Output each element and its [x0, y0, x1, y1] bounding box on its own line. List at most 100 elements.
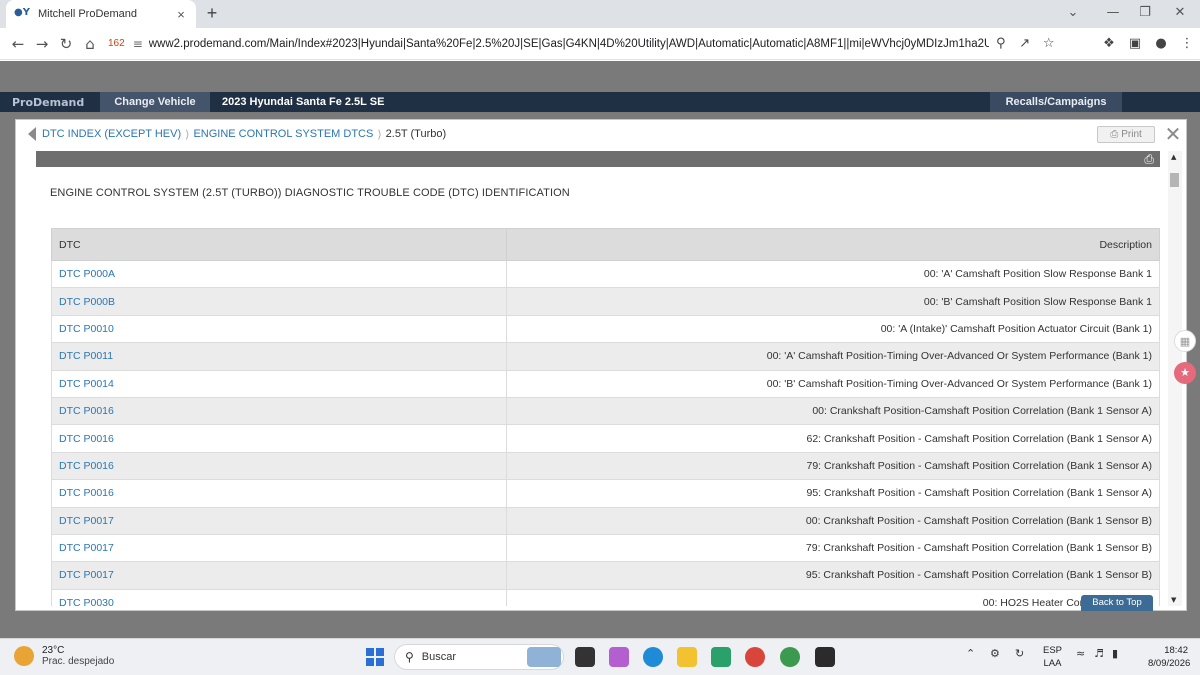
dtc-code-link[interactable]: DTC P0016 [51, 424, 507, 453]
edge-browser-icon[interactable] [643, 647, 663, 667]
dtc-code-link[interactable]: DTC P0011 [51, 342, 507, 371]
table-row: DTC P0017 79: Crankshaft Position - Camsh… [51, 533, 1160, 563]
dtc-code-link[interactable]: DTC P0016 [51, 479, 507, 508]
keyboard-layout: LAA [1043, 658, 1062, 669]
dtc-description: 62: Crankshaft Position - Camshaft Posit… [506, 424, 1160, 453]
scrollbar-thumb[interactable] [1170, 173, 1179, 187]
scroll-down-icon[interactable]: ▼ [1171, 596, 1176, 604]
breadcrumb-engine-control[interactable]: ENGINE CONTROL SYSTEM DTCS [193, 128, 373, 140]
vehicle-name: 2023 Hyundai Santa Fe 2.5L SE [222, 96, 385, 108]
system-clock[interactable]: 18:42 8/09/2026 [1148, 644, 1191, 670]
zoom-icon[interactable]: ⚲ [989, 36, 1013, 51]
browser-toolbar: ← → ↻ ⌂ 162 ≡ www2.prodemand.com/Main/In… [0, 28, 1200, 60]
dtc-code-link[interactable]: DTC P0017 [51, 506, 507, 535]
clock-time: 18:42 [1164, 645, 1188, 656]
modal-close-icon[interactable]: ✕ [1163, 122, 1183, 146]
language-indicator[interactable]: ESP LAA [1043, 644, 1062, 670]
table-row: DTC P0017 95: Crankshaft Position - Camsh… [51, 561, 1160, 590]
window-close-icon[interactable]: ✕ [1165, 2, 1195, 24]
weather-temp: 23°C [42, 645, 65, 656]
dtc-description: 00: 'B' Camshaft Position Slow Response … [506, 287, 1160, 316]
windows-start-icon[interactable] [366, 648, 384, 666]
kebab-menu-icon[interactable]: ⋮ [1174, 36, 1200, 51]
side-panel-icon[interactable]: ▣ [1122, 36, 1148, 51]
dtc-code-link[interactable]: DTC P000A [51, 259, 507, 289]
bookmark-star-icon[interactable]: ☆ [1037, 36, 1061, 51]
file-explorer-icon[interactable] [677, 647, 697, 667]
logo-text: ProDemand [12, 95, 85, 109]
forward-arrow-icon[interactable]: → [30, 32, 54, 56]
copilot-icon[interactable] [609, 647, 629, 667]
dtc-code-link[interactable]: DTC P0030 [51, 588, 507, 606]
dtc-code-link[interactable]: DTC P0010 [51, 314, 507, 344]
document-print-icon[interactable]: ⎙ [1144, 152, 1154, 167]
share-icon[interactable]: ↗ [1013, 36, 1037, 51]
browser-tab-bar: ●Y Mitchell ProDemand × + ⌄ — ❐ ✕ [0, 0, 1200, 28]
search-highlight-icon[interactable] [527, 647, 561, 667]
change-vehicle-button[interactable]: Change Vehicle [100, 92, 210, 112]
dtc-description: 00: 'A' Camshaft Position Slow Response … [506, 259, 1160, 289]
security-icon[interactable]: ⚙ [990, 647, 1000, 660]
print-button[interactable]: ⎙ Print [1097, 126, 1155, 143]
table-row: DTC P0011 00: 'A' Camshaft Position-Timin… [51, 342, 1160, 371]
back-triangle-icon[interactable] [28, 127, 36, 141]
dtc-description: 95: Crankshaft Position - Camshaft Posit… [506, 561, 1160, 590]
url-text[interactable]: www2.prodemand.com/Main/Index#2023|Hyund… [149, 38, 989, 50]
dtc-modal: DTC INDEX (EXCEPT HEV) ⟩ ENGINE CONTROL … [15, 119, 1187, 611]
extensions-puzzle-icon[interactable]: ❖ [1096, 36, 1122, 51]
reload-icon[interactable]: ↻ [54, 32, 78, 56]
back-arrow-icon[interactable]: ← [6, 32, 30, 56]
battery-icon[interactable]: ▮ [1112, 647, 1118, 660]
app-icon[interactable] [815, 647, 835, 667]
breadcrumb-separator-icon: ⟩ [185, 128, 190, 141]
tab-title: Mitchell ProDemand [38, 8, 138, 20]
site-info-icon[interactable]: ≡ [133, 37, 143, 51]
tray-chevron-icon[interactable]: ⌃ [966, 647, 975, 660]
dtc-code-link[interactable]: DTC P000B [51, 287, 507, 316]
table-row: DTC P000B 00: 'B' Camshaft Position Slow … [51, 287, 1160, 316]
search-icon: ⚲ [405, 650, 414, 664]
app-header-bar: ProDemand Change Vehicle 2023 Hyundai Sa… [0, 92, 1200, 112]
dtc-description: 00: 'A' Camshaft Position-Timing Over-Ad… [506, 342, 1160, 371]
minimize-icon[interactable]: — [1098, 2, 1128, 24]
volume-icon[interactable]: ♬ [1094, 647, 1104, 660]
new-tab-button[interactable]: + [202, 3, 222, 23]
dtc-code-link[interactable]: DTC P0016 [51, 451, 507, 481]
chrome-profile-icon[interactable] [780, 647, 800, 667]
dtc-description: 00: 'B' Camshaft Position-Timing Over-Ad… [506, 369, 1160, 398]
tab-search-icon[interactable]: ⌄ [1058, 2, 1088, 24]
search-label: Buscar [421, 651, 457, 663]
browser-tab[interactable]: ●Y Mitchell ProDemand × [6, 0, 196, 28]
home-icon[interactable]: ⌂ [78, 32, 102, 56]
translate-icon[interactable]: ▦ [1174, 330, 1196, 352]
recalls-campaigns-button[interactable]: Recalls/Campaigns [990, 92, 1122, 112]
windows-taskbar: 23°C Prac. despejado ⚲ Buscar ⌃ ⚙ ↻ ESP … [0, 638, 1200, 675]
task-view-icon[interactable] [575, 647, 595, 667]
weather-widget[interactable]: 23°C Prac. despejado [14, 645, 114, 667]
prodemand-logo[interactable]: ProDemand [0, 96, 100, 109]
dtc-code-link[interactable]: DTC P0017 [51, 533, 507, 563]
scroll-up-icon[interactable]: ▲ [1171, 153, 1176, 161]
profile-avatar-icon[interactable]: ● [1148, 36, 1174, 51]
extension-badge[interactable]: 162 [108, 38, 125, 49]
prodemand-favicon-icon: ●Y [14, 7, 30, 18]
breadcrumb-current: 2.5T (Turbo) [385, 128, 447, 140]
sync-icon[interactable]: ↻ [1015, 647, 1024, 660]
restore-icon[interactable]: ❐ [1130, 2, 1160, 24]
column-header-description: Description [506, 228, 1160, 261]
back-to-top-button[interactable]: Back to Top [1081, 595, 1153, 611]
chrome-browser-icon[interactable] [745, 647, 765, 667]
table-row: DTC P0016 95: Crankshaft Position - Camsh… [51, 479, 1160, 508]
accessibility-icon[interactable]: ★ [1174, 362, 1196, 384]
clock-date: 8/09/2026 [1148, 658, 1191, 669]
dtc-description: 00: Crankshaft Position-Camshaft Positio… [506, 396, 1160, 426]
dtc-code-link[interactable]: DTC P0017 [51, 561, 507, 590]
wifi-icon[interactable]: ≈ [1076, 647, 1085, 660]
tab-close-icon[interactable]: × [174, 7, 188, 22]
breadcrumb-dtc-index[interactable]: DTC INDEX (EXCEPT HEV) [42, 128, 181, 140]
dtc-code-link[interactable]: DTC P0016 [51, 396, 507, 426]
store-app-icon[interactable] [711, 647, 731, 667]
breadcrumb: DTC INDEX (EXCEPT HEV) ⟩ ENGINE CONTROL … [28, 127, 446, 141]
dtc-code-link[interactable]: DTC P0014 [51, 369, 507, 398]
address-bar[interactable]: ≡ www2.prodemand.com/Main/Index#2023|Hyu… [133, 31, 1090, 57]
